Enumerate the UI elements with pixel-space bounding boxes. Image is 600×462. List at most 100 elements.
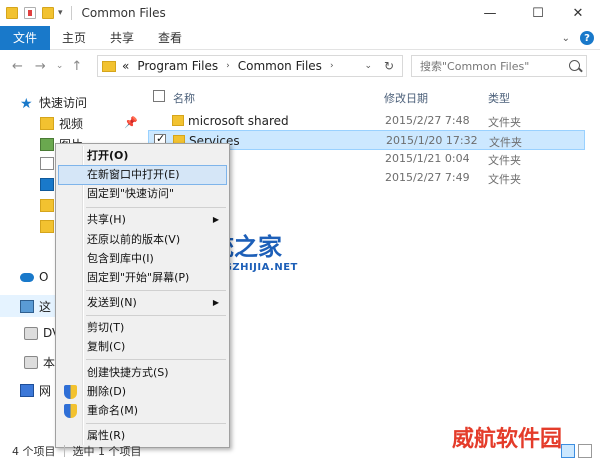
menu-item-open-new-window[interactable]: 在新窗口中打开(E) [58, 165, 227, 185]
divider [63, 445, 65, 457]
video-folder-icon [40, 117, 54, 130]
file-date: 2015/2/27 7:49 [385, 171, 470, 184]
folder-icon [6, 7, 18, 19]
file-type: 文件夹 [488, 173, 521, 186]
nav-item-this-pc[interactable]: 这 [20, 298, 51, 315]
menu-separator [86, 423, 226, 424]
music-folder-icon [40, 199, 54, 212]
close-button[interactable]: ✕ [556, 0, 600, 26]
recent-locations-button[interactable]: ⌄ [56, 61, 64, 71]
maximize-button[interactable]: ☐ [516, 0, 560, 26]
forward-button[interactable]: → [35, 59, 46, 74]
refresh-button[interactable]: ↻ [384, 59, 394, 73]
new-folder-icon[interactable] [42, 7, 54, 19]
column-header-date[interactable]: 修改日期 [384, 90, 428, 106]
menu-item-pin-quick-access[interactable]: 固定到"快速访问" [58, 184, 227, 204]
navigation-bar: ← → ⌄ ↑ « Program Files › Common Files ›… [0, 50, 600, 82]
chevron-right-icon[interactable]: › [226, 61, 230, 71]
menu-item-rename[interactable]: 重命名(M) [58, 401, 227, 421]
nav-label: O [39, 270, 49, 284]
submenu-arrow-icon: ▶ [212, 215, 219, 224]
menu-label: 删除(D) [87, 385, 127, 398]
menu-label: 发送到(N) [87, 296, 137, 309]
nav-item-local-disk[interactable]: 本 [24, 354, 55, 371]
file-name: microsoft shared [188, 114, 289, 128]
minimize-button[interactable]: — [468, 0, 512, 26]
menu-item-send-to[interactable]: 发送到(N) ▶ [58, 293, 227, 313]
breadcrumb-common-files[interactable]: Common Files [238, 59, 322, 73]
desktop-folder-icon [40, 220, 54, 233]
menu-item-delete[interactable]: 删除(D) [58, 382, 227, 402]
select-all-checkbox[interactable] [153, 90, 165, 102]
disk-icon [24, 356, 38, 369]
divider [70, 6, 72, 20]
help-icon[interactable]: ? [580, 31, 594, 45]
back-button[interactable]: ← [12, 59, 23, 74]
nav-item-network[interactable]: 网 [20, 382, 51, 399]
menu-item-include-library[interactable]: 包含到库中(I) [58, 249, 227, 269]
title-bar: ▾ Common Files — ☐ ✕ [0, 0, 600, 26]
address-dropdown[interactable]: ⌄ [364, 61, 372, 71]
address-bar[interactable]: « Program Files › Common Files › ⌄ ↻ [97, 55, 403, 77]
ribbon: 文件 主页 共享 查看 ⌄ ? [0, 25, 600, 50]
search-placeholder: 搜索"Common Files" [420, 60, 530, 73]
shield-icon [64, 404, 77, 418]
star-icon: ★ [20, 96, 33, 112]
item-count: 4 个项目 [12, 445, 56, 458]
tab-home[interactable]: 主页 [62, 29, 86, 46]
up-button[interactable]: ↑ [71, 59, 82, 74]
search-icon [569, 60, 580, 71]
search-input[interactable]: 搜索"Common Files" [411, 55, 587, 77]
file-date: 2015/1/20 17:32 [386, 134, 478, 147]
computer-icon [20, 300, 34, 313]
file-type: 文件夹 [488, 154, 521, 167]
selection-count: 选中 1 个项目 [72, 445, 142, 458]
view-switcher [561, 444, 592, 458]
file-date: 2015/2/27 7:48 [385, 114, 470, 127]
file-type: 文件夹 [488, 116, 521, 129]
column-header-name[interactable]: 名称 [173, 90, 195, 106]
nav-label: 网 [39, 384, 52, 398]
nav-item-videos[interactable]: 视频 [40, 115, 83, 132]
menu-item-pin-start[interactable]: 固定到"开始"屏幕(P) [58, 268, 227, 288]
breadcrumb-program-files[interactable]: Program Files [137, 59, 218, 73]
submenu-arrow-icon: ▶ [212, 298, 219, 307]
pictures-folder-icon [40, 138, 54, 151]
menu-item-copy[interactable]: 复制(C) [58, 337, 227, 357]
menu-item-create-shortcut[interactable]: 创建快捷方式(S) [58, 363, 227, 383]
nav-label: 快速访问 [39, 96, 88, 110]
nav-item-quick-access[interactable]: ★ 快速访问 [20, 94, 88, 112]
pin-icon[interactable]: 📌 [124, 116, 138, 129]
tab-view[interactable]: 查看 [158, 29, 182, 46]
details-view-icon[interactable] [561, 444, 575, 458]
breadcrumb-overflow[interactable]: « [122, 59, 129, 73]
column-header-type[interactable]: 类型 [488, 90, 510, 106]
file-date: 2015/1/21 0:04 [385, 152, 470, 165]
tab-share[interactable]: 共享 [110, 29, 134, 46]
menu-item-cut[interactable]: 剪切(T) [58, 318, 227, 338]
menu-separator [86, 359, 226, 360]
nav-label: 视频 [59, 117, 84, 131]
menu-separator [86, 315, 226, 316]
cloud-icon [20, 272, 34, 282]
chevron-right-icon[interactable]: › [330, 61, 334, 71]
ribbon-expand-icon[interactable]: ⌄ [562, 33, 570, 44]
folder-icon [172, 115, 184, 126]
download-folder-icon [40, 178, 54, 191]
menu-item-open[interactable]: 打开(O) [58, 146, 227, 166]
large-icons-view-icon[interactable] [578, 444, 592, 458]
menu-separator [86, 290, 226, 291]
quick-access-toolbar-dropdown[interactable]: ▾ [58, 8, 63, 18]
menu-separator [86, 207, 226, 208]
menu-item-share[interactable]: 共享(H) ▶ [58, 210, 227, 230]
shield-icon [64, 385, 77, 399]
tab-file[interactable]: 文件 [0, 25, 50, 50]
dvd-icon [24, 326, 38, 340]
table-row[interactable]: microsoft shared 2015/2/27 7:48 文件夹 [148, 111, 585, 131]
folder-icon [102, 60, 116, 72]
watermark-brand-2: 威航软件园 [452, 426, 563, 452]
properties-icon[interactable] [24, 7, 36, 19]
nav-item-onedrive[interactable]: O [20, 270, 48, 284]
menu-item-restore-previous[interactable]: 还原以前的版本(V) [58, 230, 227, 250]
menu-label: 重命名(M) [87, 404, 139, 417]
